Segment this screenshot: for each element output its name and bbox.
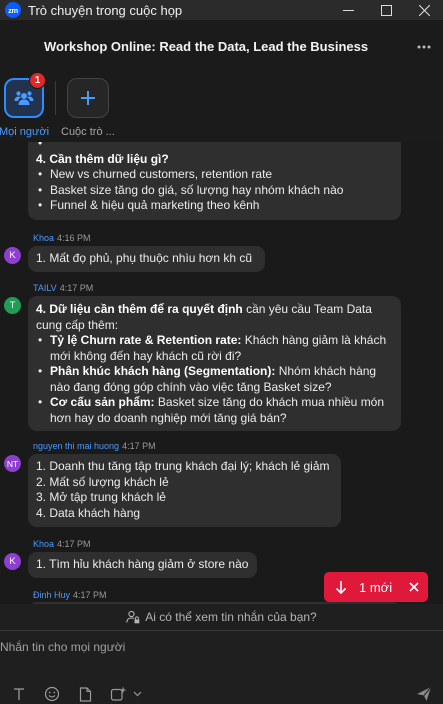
chevron-down-icon[interactable] bbox=[131, 685, 143, 703]
arrow-down-icon bbox=[335, 581, 347, 594]
message-bubble: 1. Tìm hỉu khách hàng giảm ở store nào bbox=[28, 552, 257, 578]
message-sender: Khoa 4:16 PM bbox=[33, 233, 91, 243]
tab-new-chat[interactable] bbox=[67, 78, 109, 118]
more-options-icon[interactable] bbox=[417, 40, 431, 50]
people-icon bbox=[14, 91, 34, 105]
message-line: 2. Mất số lượng khách lẻ bbox=[36, 474, 169, 489]
message-line: 3. Mở tập trung khách lẻ bbox=[36, 490, 166, 504]
people-notification-badge: 1 bbox=[29, 72, 46, 89]
message-heading: 4. Cần thêm dữ liệu gì? bbox=[36, 151, 169, 166]
emoji-icon[interactable] bbox=[41, 685, 63, 703]
message-sender: Khoa 4:17 PM bbox=[33, 539, 91, 549]
new-messages-button[interactable]: 1 mới bbox=[324, 572, 428, 602]
close-window-button[interactable] bbox=[405, 0, 443, 20]
minimize-button[interactable] bbox=[329, 0, 367, 20]
message-line: 1. Doanh thu tăng tập trung khách đại lý… bbox=[36, 459, 330, 473]
message-composer: Nhắn tin cho mọi người bbox=[0, 630, 443, 704]
close-icon[interactable] bbox=[409, 582, 419, 592]
tab-divider bbox=[55, 81, 56, 115]
list-item: Funnel & hiệu quả marketing theo kênh bbox=[36, 198, 393, 214]
message-bubble: 1. Mất đọ phủ, phụ thuộc nhìu hơn kh cũ bbox=[28, 246, 265, 272]
message-intro: 4. Dữ liệu cần thêm để ra quyết định cần… bbox=[36, 302, 372, 332]
message-input[interactable]: Nhắn tin cho mọi người bbox=[0, 640, 125, 654]
message-list[interactable]: 4. Cần thêm dữ liệu gì? New vs churned c… bbox=[0, 142, 443, 604]
message-sender: Đinh Huy 4:17 PM bbox=[33, 590, 107, 600]
list-item: Phân khúc khách hàng (Segmentation): Nhó… bbox=[36, 364, 393, 395]
plus-icon bbox=[81, 91, 95, 105]
avatar[interactable]: T bbox=[4, 297, 21, 314]
meeting-title: Workshop Online: Read the Data, Lead the… bbox=[44, 39, 369, 54]
avatar[interactable]: K bbox=[4, 247, 21, 264]
message-line: 4. Data khách hàng bbox=[36, 505, 141, 520]
send-icon[interactable] bbox=[413, 684, 435, 704]
message-bubble: 4. Dữ liệu cần thêm để ra quyết định cần… bbox=[28, 296, 401, 431]
window-titlebar: zm Trò chuyện trong cuộc họp bbox=[0, 0, 443, 20]
avatar[interactable]: NT bbox=[4, 455, 21, 472]
tab-people-label[interactable]: Mọi người bbox=[0, 126, 49, 138]
chat-scrollbar[interactable] bbox=[434, 142, 443, 604]
chat-header: Workshop Online: Read the Data, Lead the… bbox=[0, 20, 443, 72]
list-item bbox=[36, 142, 393, 152]
list-item: New vs churned customers, retention rate bbox=[36, 167, 393, 183]
who-can-see-link[interactable]: Ai có thể xem tin nhắn của bạn? bbox=[0, 604, 443, 630]
avatar[interactable]: K bbox=[4, 553, 21, 570]
message-sender: nguyen thi mai huong 4:17 PM bbox=[33, 441, 156, 451]
message-sender: TAILV 4:17 PM bbox=[33, 283, 94, 293]
list-item: Tỷ lệ Churn rate & Retention rate: Khách… bbox=[36, 333, 393, 364]
new-messages-label: 1 mới bbox=[359, 579, 393, 595]
tab-chat-label[interactable]: Cuộc trò ... bbox=[61, 126, 115, 138]
screenshot-icon[interactable] bbox=[107, 685, 129, 703]
maximize-button[interactable] bbox=[367, 0, 405, 20]
list-item: Basket size tăng do giá, số lượng hay nh… bbox=[36, 183, 393, 199]
text-format-icon[interactable] bbox=[8, 685, 30, 703]
chat-tabs: 1 Mọi người Cuộc trò ... bbox=[0, 72, 443, 142]
list-item: Cơ cấu sản phẩm: Basket size tăng do khá… bbox=[36, 395, 393, 426]
message-bubble: 1. Doanh thu tăng tập trung khách đại lý… bbox=[28, 454, 341, 527]
person-lock-icon bbox=[126, 610, 140, 624]
window-title: Trò chuyện trong cuộc họp bbox=[28, 2, 183, 18]
file-icon[interactable] bbox=[74, 685, 96, 703]
who-can-see-label: Ai có thể xem tin nhắn của bạn? bbox=[145, 610, 317, 624]
message-bubble: 4. Cần thêm dữ liệu gì? New vs churned c… bbox=[28, 142, 401, 220]
zoom-logo: zm bbox=[5, 2, 21, 18]
